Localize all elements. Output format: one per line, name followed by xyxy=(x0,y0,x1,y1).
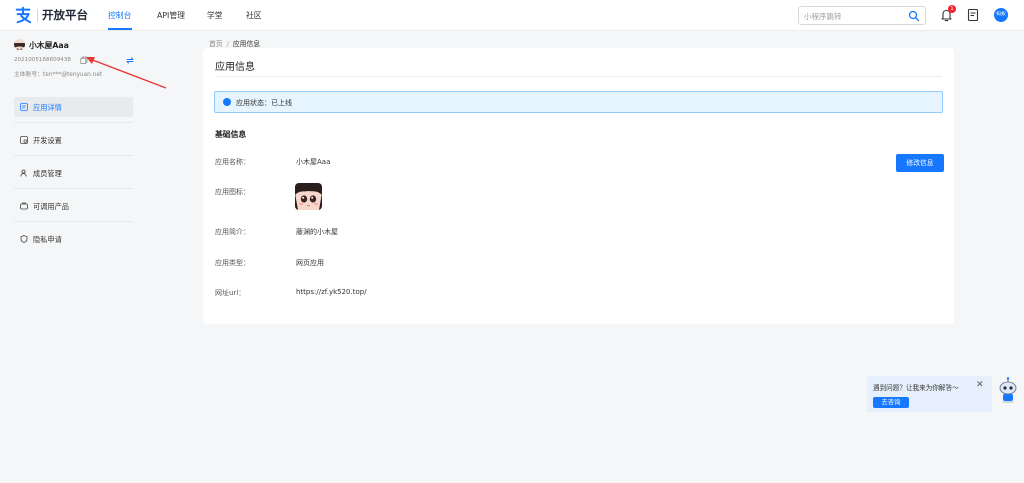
sidebar-divider xyxy=(14,122,133,123)
app-avatar-icon xyxy=(14,43,25,50)
field-label-app-type: 应用类型： xyxy=(215,259,250,267)
breadcrumb-current: 应用信息 xyxy=(232,40,261,48)
document-icon[interactable] xyxy=(967,8,979,22)
sidebar-divider xyxy=(14,155,133,156)
sidebar-item-label: 可调用产品 xyxy=(33,202,69,211)
search-icon[interactable] xyxy=(908,10,920,22)
check-circle-icon xyxy=(223,98,231,111)
breadcrumb-separator: / xyxy=(226,40,229,48)
field-label-url: 网址url： xyxy=(215,289,246,297)
sidebar-item-privacy[interactable]: 隐私申请 xyxy=(14,229,133,249)
nav-api-management[interactable]: API管理 xyxy=(157,10,185,21)
status-alert: 应用状态：已上线 xyxy=(214,91,943,113)
members-icon xyxy=(20,169,27,177)
top-nav: 开放平台 控制台 API管理 学堂 社区 1 蚂蚁 xyxy=(0,0,1024,31)
help-popup: 遇到问题？让我来为你解答～ ✕ 去咨询 xyxy=(867,376,992,412)
sidebar-divider xyxy=(14,221,133,222)
edit-info-button[interactable]: 修改信息 xyxy=(896,154,944,172)
sidebar-item-products[interactable]: 可调用产品 xyxy=(14,196,133,216)
app-detail-icon xyxy=(20,103,28,111)
nav-active-indicator xyxy=(108,28,132,30)
notification-badge: 1 xyxy=(948,5,956,13)
search-box[interactable] xyxy=(798,6,926,25)
sidebar-item-label: 成员管理 xyxy=(33,169,62,178)
breadcrumb-home[interactable]: 首页 xyxy=(209,40,223,48)
section-title: 基础信息 xyxy=(215,130,247,139)
close-icon[interactable]: ✕ xyxy=(976,380,984,390)
status-text: 应用状态：已上线 xyxy=(236,99,292,107)
page-title: 应用信息 xyxy=(215,62,255,73)
field-value-url: https://zf.yk520.top/ xyxy=(296,288,367,296)
app-icon-image xyxy=(295,183,322,210)
field-label-app-intro: 应用简介： xyxy=(215,228,250,236)
app-avatar xyxy=(14,39,25,50)
field-value-app-intro: 藤渊的小木屋 xyxy=(296,228,338,236)
sidebar-item-label: 应用详情 xyxy=(33,103,62,112)
search-input[interactable] xyxy=(804,10,904,22)
sidebar-item-label: 开发设置 xyxy=(33,136,62,145)
dev-settings-icon xyxy=(20,136,28,144)
logo-divider xyxy=(37,9,38,22)
field-value-app-name: 小木屋Aaa xyxy=(296,158,331,166)
products-icon xyxy=(20,202,28,210)
app-id: 2021005168609438 xyxy=(14,57,71,63)
alipay-logo-icon[interactable] xyxy=(14,6,32,24)
title-divider xyxy=(215,76,942,77)
field-value-app-type: 网页应用 xyxy=(296,259,324,267)
user-avatar[interactable]: 蚂蚁 xyxy=(994,8,1008,22)
consult-button[interactable]: 去咨询 xyxy=(873,397,909,408)
sidebar-item-label: 隐私申请 xyxy=(33,235,62,244)
field-label-app-icon: 应用图标： xyxy=(215,188,250,196)
app-info-card: 应用信息 应用状态：已上线 基础信息 应用名称： 小木屋Aaa 应用图标： 应用… xyxy=(203,48,954,324)
sidebar-item-app-detail[interactable]: 应用详情 xyxy=(14,97,133,117)
red-arrow-annotation xyxy=(86,57,167,89)
nav-academy[interactable]: 学堂 xyxy=(207,10,223,21)
privacy-icon xyxy=(20,235,28,243)
app-name: 小木屋Aaa xyxy=(29,41,69,50)
nav-console[interactable]: 控制台 xyxy=(108,10,131,21)
brand-title[interactable]: 开放平台 xyxy=(42,7,88,23)
anime-face-icon xyxy=(295,183,322,210)
help-text: 遇到问题？让我来为你解答～ xyxy=(873,384,959,392)
breadcrumb: 首页 / 应用信息 xyxy=(209,38,260,48)
sidebar-item-dev-settings[interactable]: 开发设置 xyxy=(14,130,133,150)
nav-community[interactable]: 社区 xyxy=(246,10,262,21)
robot-assistant-icon[interactable] xyxy=(998,377,1018,403)
field-label-app-name: 应用名称： xyxy=(215,158,250,166)
sidebar-divider xyxy=(14,188,133,189)
sidebar-item-members[interactable]: 成员管理 xyxy=(14,163,133,183)
